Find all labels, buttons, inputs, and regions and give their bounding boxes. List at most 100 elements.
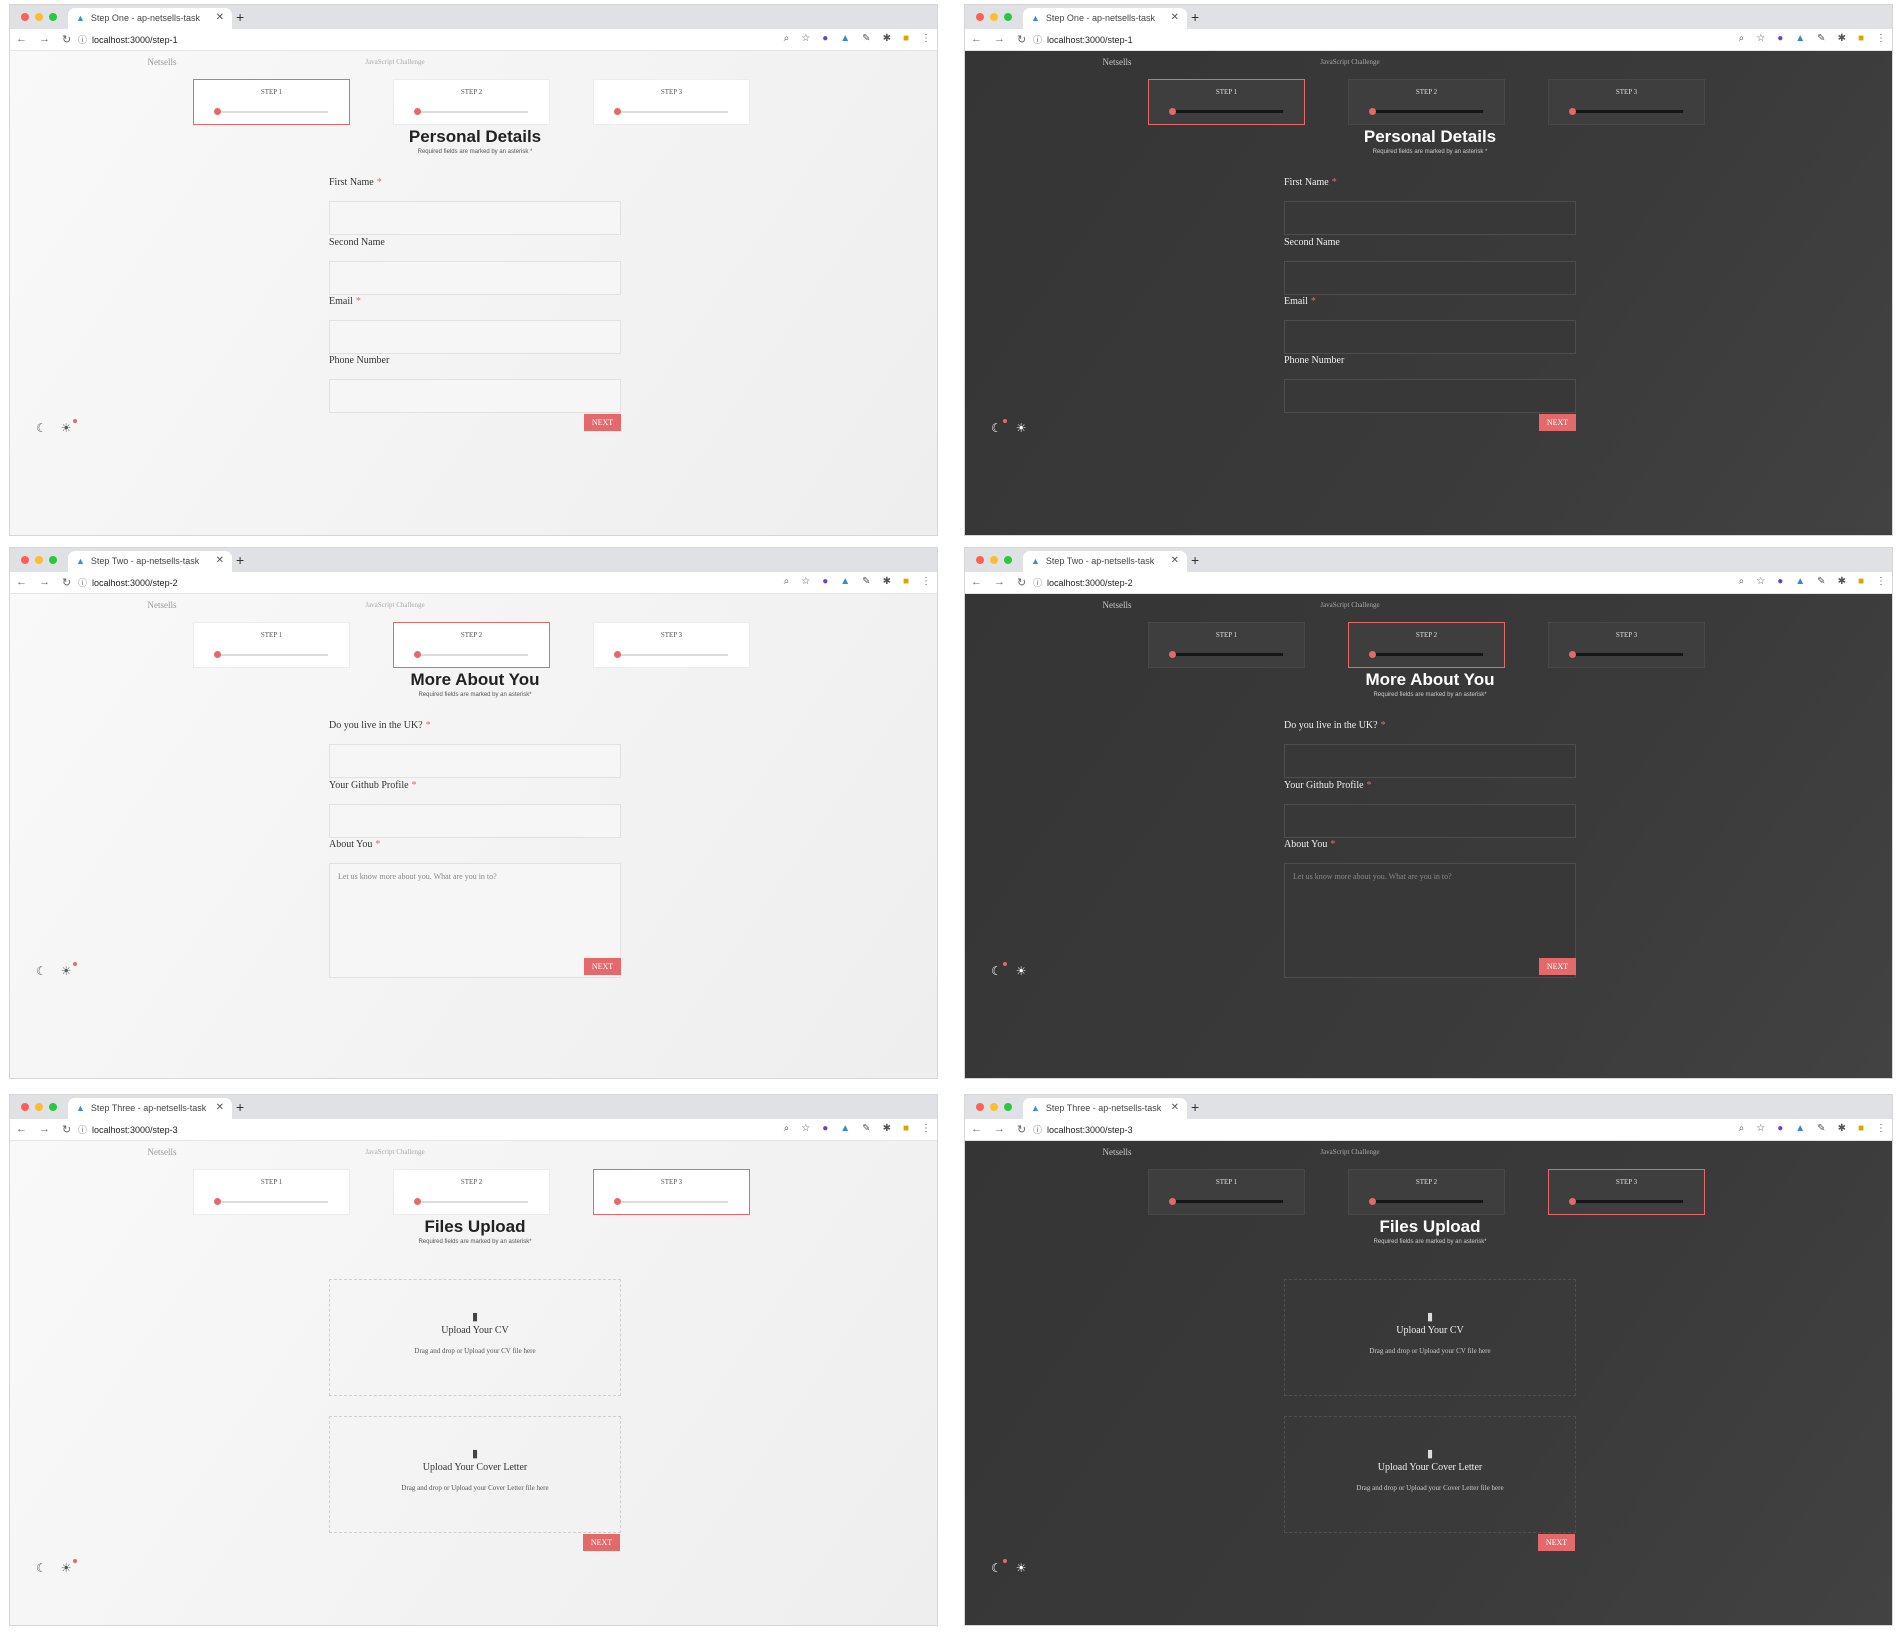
close-icon[interactable]: ✕	[1171, 1102, 1179, 1113]
extension-icon[interactable]: ▲	[1795, 576, 1805, 587]
step-3-card[interactable]: STEP 3	[1548, 1169, 1705, 1215]
next-button[interactable]: NEXT	[584, 414, 621, 431]
step-1-card[interactable]: STEP 1	[193, 622, 350, 668]
extension-icon[interactable]: ■	[1858, 576, 1864, 587]
bookmark-icon[interactable]: ☆	[1756, 33, 1765, 44]
minimize-window-button[interactable]	[990, 1103, 998, 1111]
window-controls[interactable]	[976, 13, 1012, 21]
address-bar[interactable]: ⓘ localhost:3000/step-1	[78, 33, 178, 46]
address-bar[interactable]: ⓘ localhost:3000/step-2	[1033, 576, 1133, 589]
second-name-input[interactable]	[329, 261, 621, 295]
sun-icon[interactable]: ☀	[1016, 421, 1027, 435]
close-icon[interactable]: ✕	[1171, 12, 1179, 23]
step-1-card[interactable]: STEP 1	[1148, 622, 1305, 668]
extension-icon[interactable]: ●	[1777, 1123, 1783, 1134]
close-icon[interactable]: ✕	[216, 555, 224, 566]
sun-icon[interactable]: ☀	[61, 419, 77, 435]
browser-tab[interactable]: ▲ Step Three - ap-netsells-task ✕	[1023, 1098, 1187, 1119]
bookmark-icon[interactable]: ☆	[801, 576, 810, 587]
step-3-card[interactable]: STEP 3	[1548, 622, 1705, 668]
forward-icon[interactable]: →	[994, 1123, 1005, 1136]
cover-letter-dropzone[interactable]: ▮ Upload Your Cover Letter Drag and drop o…	[1284, 1416, 1576, 1533]
cv-dropzone[interactable]: ▮ Upload Your CV Drag and drop or Upload y…	[1284, 1279, 1576, 1396]
minimize-window-button[interactable]	[35, 13, 43, 21]
email-input[interactable]	[329, 320, 621, 354]
reload-icon[interactable]: ↻	[1017, 576, 1026, 589]
menu-icon[interactable]: ⋮	[921, 1123, 931, 1134]
about-textarea[interactable]	[1284, 863, 1576, 978]
next-button[interactable]: NEXT	[584, 958, 621, 975]
reload-icon[interactable]: ↻	[1017, 33, 1026, 46]
phone-input[interactable]	[329, 379, 621, 413]
maximize-window-button[interactable]	[1004, 556, 1012, 564]
close-icon[interactable]: ✕	[216, 1102, 224, 1113]
zoom-icon[interactable]: ⌕	[784, 33, 790, 44]
sun-icon[interactable]: ☀	[1016, 1561, 1027, 1575]
brand-logo[interactable]: Netsells	[1085, 1147, 1149, 1157]
extension-icon[interactable]: ✎	[862, 1123, 870, 1134]
first-name-input[interactable]	[1284, 201, 1576, 235]
maximize-window-button[interactable]	[1004, 13, 1012, 21]
phone-input[interactable]	[1284, 379, 1576, 413]
step-1-card[interactable]: STEP 1	[1148, 1169, 1305, 1215]
reload-icon[interactable]: ↻	[62, 1123, 71, 1136]
step-2-card[interactable]: STEP 2	[393, 1169, 550, 1215]
back-icon[interactable]: ←	[971, 33, 982, 46]
menu-icon[interactable]: ⋮	[1876, 576, 1886, 587]
extension-icon[interactable]: ■	[1858, 1123, 1864, 1134]
extension-icon[interactable]: ▲	[840, 1123, 850, 1134]
bookmark-icon[interactable]: ☆	[1756, 1123, 1765, 1134]
step-3-card[interactable]: STEP 3	[593, 1169, 750, 1215]
back-icon[interactable]: ←	[16, 33, 27, 46]
site-info-icon[interactable]: ⓘ	[78, 578, 87, 588]
browser-tab[interactable]: ▲ Step One - ap-netsells-task ✕	[68, 8, 232, 29]
moon-icon[interactable]: ☾	[36, 1561, 47, 1575]
browser-tab[interactable]: ▲ Step One - ap-netsells-task ✕	[1023, 8, 1187, 29]
brand-logo[interactable]: Netsells	[130, 1147, 194, 1157]
forward-icon[interactable]: →	[994, 576, 1005, 589]
zoom-icon[interactable]: ⌕	[1739, 33, 1745, 44]
next-button[interactable]: NEXT	[1539, 414, 1576, 431]
forward-icon[interactable]: →	[39, 576, 50, 589]
window-controls[interactable]	[21, 556, 57, 564]
puzzle-icon[interactable]: ✱	[883, 576, 891, 587]
step-1-card[interactable]: STEP 1	[193, 79, 350, 125]
brand-logo[interactable]: Netsells	[130, 57, 194, 67]
bookmark-icon[interactable]: ☆	[801, 1123, 810, 1134]
maximize-window-button[interactable]	[49, 13, 57, 21]
minimize-window-button[interactable]	[35, 556, 43, 564]
close-window-button[interactable]	[21, 1103, 29, 1111]
moon-icon[interactable]: ☾	[36, 964, 47, 978]
step-2-card[interactable]: STEP 2	[1348, 79, 1505, 125]
close-window-button[interactable]	[976, 1103, 984, 1111]
first-name-input[interactable]	[329, 201, 621, 235]
close-window-button[interactable]	[976, 13, 984, 21]
extension-icon[interactable]: ■	[903, 576, 909, 587]
back-icon[interactable]: ←	[16, 576, 27, 589]
new-tab-icon[interactable]: +	[236, 552, 244, 568]
minimize-window-button[interactable]	[35, 1103, 43, 1111]
reload-icon[interactable]: ↻	[62, 33, 71, 46]
step-2-card[interactable]: STEP 2	[393, 622, 550, 668]
address-bar[interactable]: ⓘ localhost:3000/step-1	[1033, 33, 1133, 46]
puzzle-icon[interactable]: ✱	[1838, 576, 1846, 587]
cv-dropzone[interactable]: ▮ Upload Your CV Drag and drop or Upload y…	[329, 1279, 621, 1396]
step-1-card[interactable]: STEP 1	[1148, 79, 1305, 125]
extension-icon[interactable]: ■	[903, 1123, 909, 1134]
puzzle-icon[interactable]: ✱	[883, 33, 891, 44]
site-info-icon[interactable]: ⓘ	[1033, 578, 1042, 588]
site-info-icon[interactable]: ⓘ	[78, 1125, 87, 1135]
maximize-window-button[interactable]	[49, 1103, 57, 1111]
zoom-icon[interactable]: ⌕	[1739, 576, 1745, 587]
bookmark-icon[interactable]: ☆	[801, 33, 810, 44]
back-icon[interactable]: ←	[16, 1123, 27, 1136]
zoom-icon[interactable]: ⌕	[784, 1123, 790, 1134]
address-bar[interactable]: ⓘ localhost:3000/step-2	[78, 576, 178, 589]
step-1-card[interactable]: STEP 1	[193, 1169, 350, 1215]
brand-logo[interactable]: Netsells	[1085, 600, 1149, 610]
menu-icon[interactable]: ⋮	[1876, 1123, 1886, 1134]
email-input[interactable]	[1284, 320, 1576, 354]
brand-logo[interactable]: Netsells	[130, 600, 194, 610]
step-2-card[interactable]: STEP 2	[1348, 1169, 1505, 1215]
window-controls[interactable]	[21, 13, 57, 21]
